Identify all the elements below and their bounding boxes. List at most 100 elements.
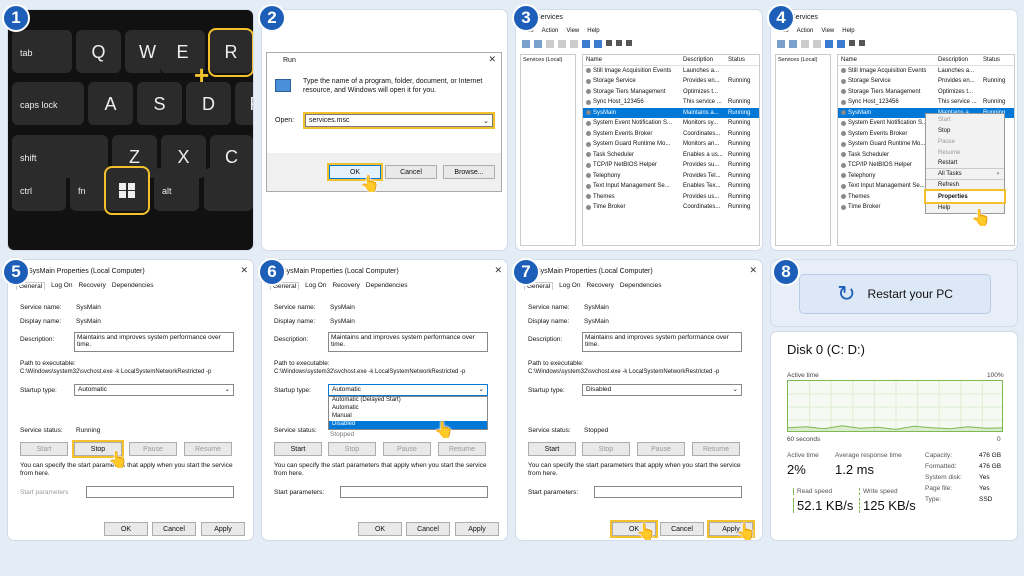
option-manual[interactable]: Manual [329,413,487,421]
service-row[interactable]: Time Broker Coordinates... Running [583,202,759,213]
context-pause[interactable]: Pause [926,136,1004,147]
key-tab[interactable]: tab [12,30,72,75]
menu-action[interactable]: Action [542,28,559,34]
cancel-button[interactable]: Cancel [660,522,704,536]
column-status[interactable]: Status [728,57,745,63]
column-status[interactable]: Status [983,57,1000,63]
menu-help[interactable]: Help [842,28,854,34]
close-icon[interactable]: ✕ [494,265,502,276]
resume-button[interactable]: Resume [184,442,232,456]
tab-log-on[interactable]: Log On [51,282,72,290]
option-automatic-delayed[interactable]: Automatic (Delayed Start) [329,397,487,405]
context-restart[interactable]: Restart [926,158,1004,169]
tab-log-on[interactable]: Log On [559,282,580,290]
service-row[interactable]: Storage Tiers Management Optimizes t... [583,87,759,98]
column-description[interactable]: Description [683,57,713,63]
column-description[interactable]: Description [938,57,968,63]
key-blank[interactable] [204,168,253,213]
service-row[interactable]: Text Input Management Se... Enables Tex..… [583,181,759,192]
tree-item-services-local[interactable]: Services (Local) [523,57,562,63]
menu-view[interactable]: View [566,28,579,34]
column-name[interactable]: Name [841,57,857,63]
apply-button[interactable]: Apply [455,522,499,536]
ok-button[interactable]: OK [104,522,148,536]
startup-type-select[interactable]: Automatic ⌄ [328,384,488,396]
service-row[interactable]: SysMain Maintains a... Running [583,107,759,118]
start-params-input[interactable] [340,486,488,498]
service-row[interactable]: System Guard Runtime Mo... Monitors an...… [583,139,759,150]
service-row[interactable]: Task Scheduler Enables a us... Running [583,150,759,161]
service-row[interactable]: Sync Host_123456 This service ... Running [838,97,1014,108]
key-f[interactable]: F [235,82,253,127]
key-r[interactable]: R [208,28,253,77]
restart-button[interactable]: ↻ Restart your PC [799,274,991,314]
pause-button[interactable]: Pause [637,442,685,456]
tab-recovery[interactable]: Recovery [332,282,359,290]
key-ctrl[interactable]: ctrl [12,168,66,213]
service-row[interactable]: Storage Service Provides en... Running [583,76,759,87]
cancel-button[interactable]: Cancel [406,522,450,536]
service-row[interactable]: Storage Service Provides en... Running [838,76,1014,87]
context-resume[interactable]: Resume [926,147,1004,158]
cancel-button[interactable]: Cancel [385,165,437,179]
menu-view[interactable]: View [821,28,834,34]
browse-button[interactable]: Browse... [443,165,495,179]
service-row[interactable]: Sync Host_123456 This service ... Running [583,97,759,108]
key-a[interactable]: A [88,82,133,127]
key-d[interactable]: D [186,82,231,127]
column-name[interactable]: Name [586,57,602,63]
start-params-input[interactable] [594,486,742,498]
tab-recovery[interactable]: Recovery [78,282,105,290]
service-row[interactable]: System Events Broker Coordinates... Runnin… [583,129,759,140]
service-row[interactable]: Storage Tiers Management Optimizes t... [838,87,1014,98]
startup-type-select[interactable]: Automatic ⌄ [74,384,234,396]
menu-help[interactable]: Help [587,28,599,34]
service-row[interactable]: System Event Notification S... Monitors s… [583,118,759,129]
option-automatic[interactable]: Automatic [329,405,487,413]
stop-button[interactable]: Stop [582,442,630,456]
service-row[interactable]: Themes Provides us... Running [583,192,759,203]
start-button[interactable]: Start [274,442,322,456]
start-params-input[interactable] [86,486,234,498]
start-button[interactable]: Start [528,442,576,456]
key-alt[interactable]: alt [154,168,199,213]
apply-button[interactable]: Apply [201,522,245,536]
option-disabled[interactable]: Disabled [329,421,487,429]
startup-type-select[interactable]: Disabled ⌄ [582,384,742,396]
key-fn[interactable]: fn [70,168,108,213]
context-stop[interactable]: Stop [926,125,1004,136]
menu-action[interactable]: Action [797,28,814,34]
tree-item-services-local[interactable]: Services (Local) [778,57,817,63]
close-icon[interactable]: ✕ [240,265,248,276]
service-row[interactable]: Telephony Provides Tel... Running [583,171,759,182]
tab-dependencies[interactable]: Dependencies [112,282,154,290]
key-windows[interactable] [104,166,150,215]
key-caps-lock[interactable]: caps lock [12,82,84,127]
tab-recovery[interactable]: Recovery [586,282,613,290]
service-row[interactable]: Still Image Acquisition Events Launches a… [583,66,759,77]
close-icon[interactable]: ✕ [488,54,496,65]
tab-dependencies[interactable]: Dependencies [366,282,408,290]
context-refresh[interactable]: Refresh [926,180,1004,191]
resume-button[interactable]: Resume [438,442,486,456]
tab-dependencies[interactable]: Dependencies [620,282,662,290]
key-s[interactable]: S [137,82,182,127]
pause-button[interactable]: Pause [383,442,431,456]
context-help[interactable]: Help [926,202,1004,213]
stop-button[interactable]: Stop [328,442,376,456]
close-icon[interactable]: ✕ [749,265,757,276]
tab-log-on[interactable]: Log On [305,282,326,290]
start-button[interactable]: Start [20,442,68,456]
open-input[interactable]: services.msc ⌄ [303,112,495,129]
cancel-button[interactable]: Cancel [152,522,196,536]
context-start[interactable]: Start [926,114,1004,125]
context-all-tasks[interactable]: All Tasks › [926,169,1004,180]
chevron-down-icon[interactable]: ⌄ [483,117,489,125]
resume-button[interactable]: Resume [692,442,740,456]
context-properties[interactable]: Properties [924,189,1006,204]
key-q[interactable]: Q [76,30,121,75]
pause-button[interactable]: Pause [129,442,177,456]
service-row[interactable]: Still Image Acquisition Events Launches a… [838,66,1014,77]
ok-button[interactable]: OK [358,522,402,536]
service-row[interactable]: TCP/IP NetBIOS Helper Provides su... Runni… [583,160,759,171]
